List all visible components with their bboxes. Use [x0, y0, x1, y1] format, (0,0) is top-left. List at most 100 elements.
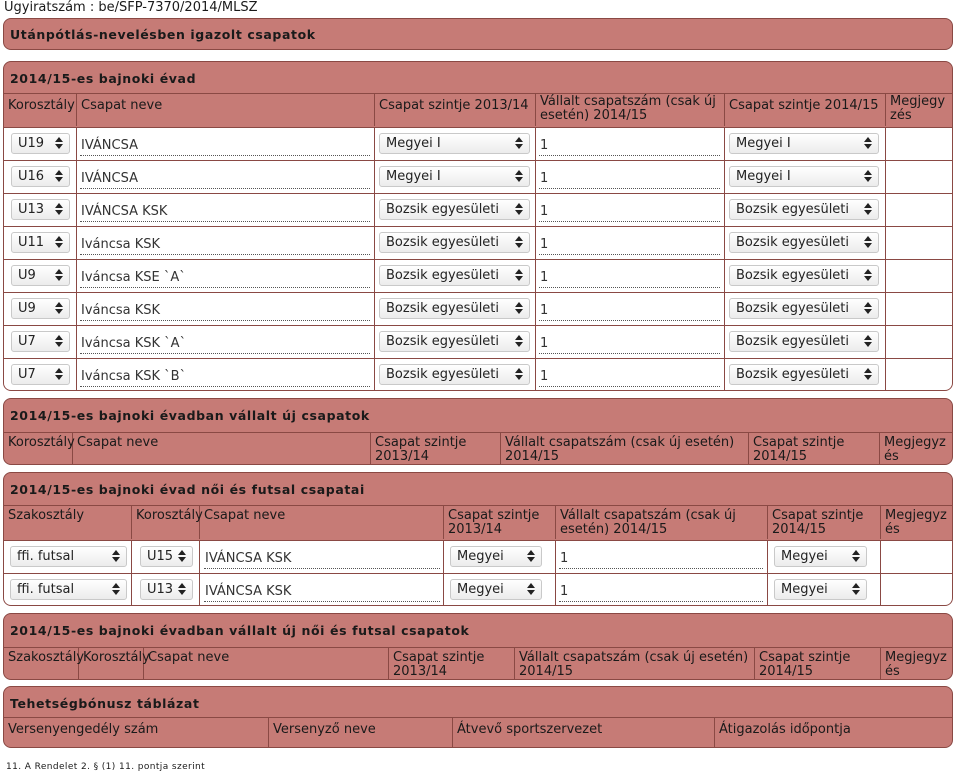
- level-2013-select[interactable]: Bozsik egyesületi: [379, 199, 530, 220]
- level-2013-select[interactable]: Bozsik egyesületi: [379, 265, 530, 286]
- team-count-input[interactable]: 1: [539, 235, 720, 255]
- col-header: Korosztály: [132, 506, 203, 539]
- level-2013-select[interactable]: Megyei I: [379, 166, 530, 187]
- section-title: 2014/15-es bajnoki évad: [10, 71, 197, 86]
- level-2014-select[interactable]: Bozsik egyesületi: [729, 298, 879, 319]
- col-header: Csapat szintje 2014/15: [749, 433, 880, 464]
- age-group-select[interactable]: U9: [11, 298, 70, 319]
- col-header: Csapat szintje 2014/15: [768, 506, 881, 539]
- updown-arrows-icon: [863, 268, 873, 282]
- team-name-input[interactable]: IVÁNCSA KSK: [204, 549, 440, 569]
- age-group-select[interactable]: U16: [11, 166, 70, 187]
- col-header: Átvevő sportszervezet: [453, 718, 715, 747]
- team-name-input[interactable]: Iváncsa KSE `A`: [80, 268, 370, 288]
- select-value: U7: [18, 367, 36, 382]
- col-header: Csapat neve: [200, 506, 444, 539]
- department-select[interactable]: ffi. futsal: [10, 546, 127, 567]
- col-header: Vállalt csapatszám (csak új esetén) 2014…: [501, 433, 749, 464]
- select-value: Bozsik egyesületi: [386, 268, 500, 283]
- select-value: Bozsik egyesületi: [386, 367, 500, 382]
- team-count-input[interactable]: 1: [539, 202, 720, 222]
- level-2013-select[interactable]: Bozsik egyesületi: [379, 232, 530, 253]
- level-2014-select[interactable]: Bozsik egyesületi: [729, 364, 879, 385]
- team-count-input[interactable]: 1: [539, 334, 720, 354]
- updown-arrows-icon: [514, 334, 524, 348]
- select-value: U16: [18, 169, 45, 184]
- level-2013-select[interactable]: Megyei: [450, 546, 542, 567]
- table-header: Versenyengedély szám Versenyző neve Átve…: [4, 717, 952, 747]
- team-name-input[interactable]: IVÁNCSA KSK: [204, 582, 440, 602]
- updown-arrows-icon: [54, 169, 64, 183]
- team-count-input[interactable]: 1: [559, 582, 763, 602]
- team-name-input[interactable]: IVÁNCSA KSK: [80, 202, 370, 222]
- team-count-input[interactable]: 1: [539, 169, 720, 189]
- age-group-select[interactable]: U13: [140, 579, 193, 600]
- section-new-teams: 2014/15-es bajnoki évadban vállalt új cs…: [3, 398, 953, 465]
- team-count-input[interactable]: 1: [539, 136, 720, 156]
- age-group-select[interactable]: U15: [140, 546, 193, 567]
- col-header: Csapat szintje 2013/14: [444, 506, 556, 539]
- updown-arrows-icon: [514, 136, 524, 150]
- document-reference: Ügyiratszám : be/SFP-7370/2014/MLSZ: [4, 0, 258, 15]
- level-2014-select[interactable]: Bozsik egyesületi: [729, 265, 879, 286]
- col-header: Megjegyzés: [890, 94, 946, 123]
- team-name-input[interactable]: Iváncsa KSK: [80, 235, 370, 255]
- team-name-input[interactable]: Iváncsa KSK: [80, 301, 370, 321]
- col-header: Versenyző neve: [269, 718, 453, 747]
- team-count-input[interactable]: 1: [559, 549, 763, 569]
- updown-arrows-icon: [851, 549, 861, 563]
- level-2013-select[interactable]: Bozsik egyesületi: [379, 364, 530, 385]
- level-2013-select[interactable]: Bozsik egyesületi: [379, 331, 530, 352]
- level-2014-select[interactable]: Megyei I: [729, 166, 879, 187]
- level-2014-select[interactable]: Bozsik egyesületi: [729, 199, 879, 220]
- level-2013-select[interactable]: Megyei I: [379, 133, 530, 154]
- updown-arrows-icon: [851, 582, 861, 596]
- level-2014-select[interactable]: Bozsik egyesületi: [729, 331, 879, 352]
- team-name-input[interactable]: Iváncsa KSK `B`: [80, 367, 370, 387]
- team-count-input[interactable]: 1: [539, 367, 720, 387]
- col-header: Megjegyzés: [885, 508, 947, 537]
- team-count-input[interactable]: 1: [539, 301, 720, 321]
- table-row: U13 IVÁNCSA KSK Bozsik egyesületi 1 Bozsik e…: [4, 193, 952, 226]
- select-value: Megyei I: [386, 136, 441, 151]
- updown-arrows-icon: [514, 169, 524, 183]
- team-name-input[interactable]: IVÁNCSA: [80, 136, 370, 156]
- table-row: U16 IVÁNCSA Megyei I 1 Megyei I: [4, 160, 952, 193]
- level-2014-select[interactable]: Megyei: [774, 579, 867, 600]
- section-youth-teams: Utánpótlás-nevelésben igazolt csapatok: [3, 18, 953, 50]
- col-header: Átigazolás időpontja: [719, 722, 851, 737]
- age-group-select[interactable]: U7: [11, 331, 70, 352]
- col-header: Korosztály: [4, 94, 77, 126]
- updown-arrows-icon: [514, 235, 524, 249]
- team-count-input[interactable]: 1: [539, 268, 720, 288]
- age-group-select[interactable]: U7: [11, 364, 70, 385]
- department-select[interactable]: ffi. futsal: [10, 579, 127, 600]
- select-value: Megyei: [781, 549, 828, 564]
- col-header: Csapat szintje 2013/14: [371, 433, 501, 464]
- table-header: Korosztály Csapat neve Csapat szintje 20…: [4, 93, 952, 126]
- updown-arrows-icon: [54, 268, 64, 282]
- age-group-select[interactable]: U9: [11, 265, 70, 286]
- age-group-select[interactable]: U19: [11, 133, 70, 154]
- updown-arrows-icon: [863, 202, 873, 216]
- team-name-input[interactable]: Iváncsa KSK `A`: [80, 334, 370, 354]
- col-header: Csapat szintje 2014/15: [755, 648, 881, 679]
- level-2013-select[interactable]: Bozsik egyesületi: [379, 298, 530, 319]
- col-header: Csapat szintje 2013/14: [375, 94, 536, 126]
- section-title: 2014/15-es bajnoki évad női és futsal cs…: [10, 482, 365, 497]
- updown-arrows-icon: [526, 549, 536, 563]
- select-value: Bozsik egyesületi: [386, 301, 500, 316]
- col-header: Vállalt csapatszám (csak új esetén) 2014…: [515, 648, 755, 679]
- level-2013-select[interactable]: Megyei: [450, 579, 542, 600]
- age-group-select[interactable]: U13: [11, 199, 70, 220]
- footnote: 11. A Rendelet 2. § (1) 11. pontja szeri…: [6, 762, 206, 772]
- col-header: Korosztály: [79, 648, 150, 679]
- team-name-input[interactable]: IVÁNCSA: [80, 169, 370, 189]
- age-group-select[interactable]: U11: [11, 232, 70, 253]
- updown-arrows-icon: [863, 136, 873, 150]
- select-value: Bozsik egyesületi: [736, 334, 850, 349]
- level-2014-select[interactable]: Megyei I: [729, 133, 879, 154]
- level-2014-select[interactable]: Megyei: [774, 546, 867, 567]
- select-value: U9: [18, 268, 36, 283]
- level-2014-select[interactable]: Bozsik egyesületi: [729, 232, 879, 253]
